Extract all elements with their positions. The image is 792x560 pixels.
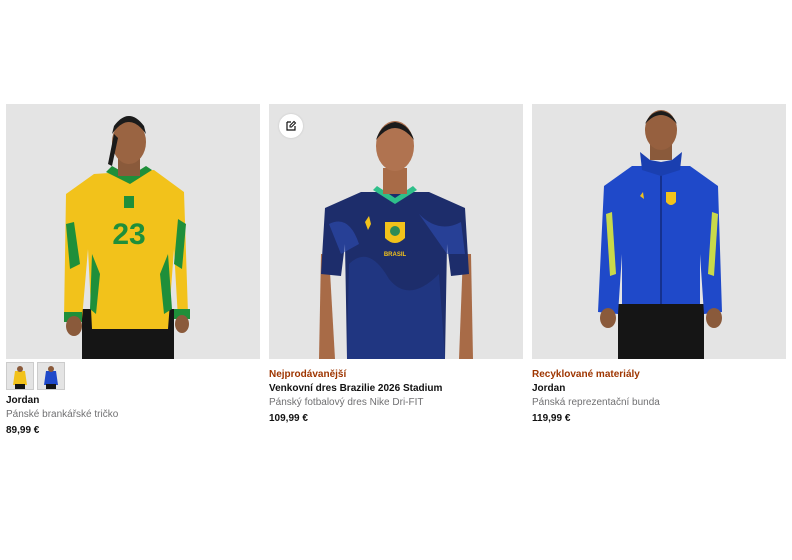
product-image-national-team-jacket[interactable] [532,104,786,359]
product-title[interactable]: Venkovní dres Brazilie 2026 Stadium [269,382,523,396]
product-title[interactable]: Jordan [532,382,786,396]
product-badge: Nejprodávanější [269,369,347,380]
jersey-number: 23 [112,218,145,251]
product-card[interactable]: Recyklované materiály Jordan Pánská repr… [532,104,786,426]
product-price: 119,99 € [532,413,571,424]
product-title[interactable]: Jordan [6,394,260,408]
edit-button[interactable] [279,114,303,138]
product-card[interactable]: 23 Jordan Pánské brankářské tričko 89,99… [6,104,260,438]
product-subtitle: Pánský fotbalový dres Nike Dri-FIT [269,397,424,408]
product-card[interactable]: BRASIL Nejprodávanější Venkovní dres Bra… [269,104,523,426]
color-variant-yellow[interactable] [6,362,34,390]
product-image-goalkeeper-shirt[interactable]: 23 [6,104,260,359]
product-price: 109,99 € [269,413,308,424]
color-variant-blue[interactable] [37,362,65,390]
pencil-square-icon [286,120,297,131]
color-variants [6,362,260,390]
product-subtitle: Pánská reprezentační bunda [532,397,660,408]
crest-text: BRASIL [384,252,407,258]
product-price: 89,99 € [6,425,40,436]
product-badge: Recyklované materiály [532,369,640,380]
product-subtitle: Pánské brankářské tričko [6,409,119,420]
product-image-away-jersey[interactable]: BRASIL [269,104,523,359]
